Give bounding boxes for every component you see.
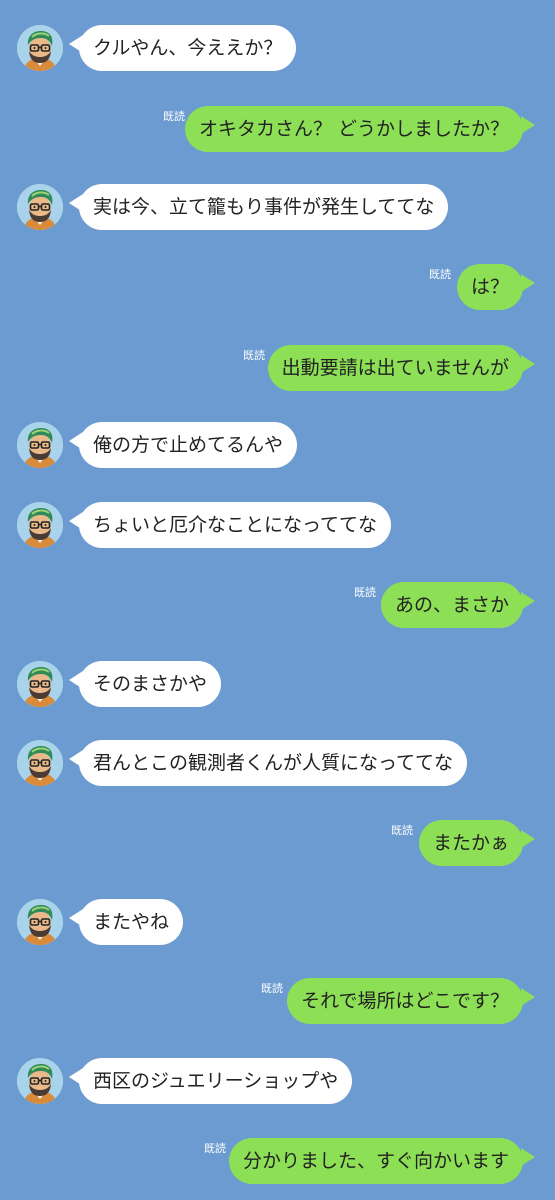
message-bubble[interactable]: は？ bbox=[456, 264, 523, 310]
chat-thread: クルやん、今ええか？ 既読 オキタカさん？ どうかしましたか？ 実は今、立て籠も… bbox=[0, 0, 555, 1200]
message-incoming: 実は今、立て籠もり事件が発生しててな bbox=[0, 184, 555, 230]
message-incoming: ちょいと厄介なことになっててな bbox=[0, 502, 555, 548]
message-bubble[interactable]: 君んとこの観測者くんが人質になっててな bbox=[79, 740, 468, 786]
message-bubble[interactable]: ちょいと厄介なことになっててな bbox=[79, 502, 392, 548]
bubble-tail bbox=[521, 830, 535, 848]
message-bubble[interactable]: 俺の方で止めてるんや bbox=[79, 422, 298, 468]
read-receipt: 既読 bbox=[261, 982, 283, 995]
bubble-tail bbox=[521, 592, 535, 610]
message-bubble[interactable]: あの、まさか bbox=[380, 582, 523, 628]
avatar-icon[interactable] bbox=[17, 502, 63, 548]
message-outgoing: 既読 またかぁ bbox=[0, 820, 555, 866]
bubble-tail bbox=[521, 988, 535, 1006]
read-receipt: 既読 bbox=[163, 110, 185, 123]
message-bubble[interactable]: そのまさかや bbox=[79, 661, 222, 707]
message-incoming: 西区のジュエリーショップや bbox=[0, 1058, 555, 1104]
message-incoming: クルやん、今ええか？ bbox=[0, 25, 555, 71]
avatar-icon[interactable] bbox=[17, 661, 63, 707]
message-outgoing: 既読 分かりました、すぐ向かいます bbox=[0, 1138, 555, 1184]
avatar-icon[interactable] bbox=[17, 1058, 63, 1104]
message-bubble[interactable]: 分かりました、すぐ向かいます bbox=[228, 1138, 523, 1184]
bubble-tail bbox=[521, 116, 535, 134]
read-receipt: 既読 bbox=[391, 824, 413, 837]
read-receipt: 既読 bbox=[204, 1142, 226, 1155]
message-bubble[interactable]: またやね bbox=[79, 899, 184, 945]
read-receipt: 既読 bbox=[354, 586, 376, 599]
read-receipt: 既読 bbox=[429, 268, 451, 281]
bubble-tail bbox=[521, 355, 535, 373]
avatar-icon[interactable] bbox=[17, 422, 63, 468]
message-bubble[interactable]: 西区のジュエリーショップや bbox=[79, 1058, 353, 1104]
read-receipt: 既読 bbox=[243, 349, 265, 362]
bubble-tail bbox=[521, 274, 535, 292]
message-outgoing: 既読 は？ bbox=[0, 264, 555, 310]
message-bubble[interactable]: またかぁ bbox=[418, 820, 523, 866]
bubble-tail bbox=[521, 1148, 535, 1166]
avatar-icon[interactable] bbox=[17, 25, 63, 71]
message-bubble[interactable]: それで場所はどこです？ bbox=[287, 978, 523, 1024]
message-incoming: そのまさかや bbox=[0, 661, 555, 707]
message-outgoing: 既読 あの、まさか bbox=[0, 582, 555, 628]
message-outgoing: 既読 オキタカさん？ どうかしましたか？ bbox=[0, 106, 555, 152]
message-outgoing: 既読 出動要請は出ていませんが bbox=[0, 345, 555, 391]
message-bubble[interactable]: 実は今、立て籠もり事件が発生しててな bbox=[79, 184, 449, 230]
message-bubble[interactable]: クルやん、今ええか？ bbox=[79, 25, 297, 71]
message-bubble[interactable]: オキタカさん？ どうかしましたか？ bbox=[184, 106, 523, 152]
avatar-icon[interactable] bbox=[17, 899, 63, 945]
message-outgoing: 既読 それで場所はどこです？ bbox=[0, 978, 555, 1024]
message-incoming: 君んとこの観測者くんが人質になっててな bbox=[0, 740, 555, 786]
message-bubble[interactable]: 出動要請は出ていませんが bbox=[267, 345, 523, 391]
avatar-icon[interactable] bbox=[17, 184, 63, 230]
message-incoming: またやね bbox=[0, 899, 555, 945]
message-incoming: 俺の方で止めてるんや bbox=[0, 422, 555, 468]
avatar-icon[interactable] bbox=[17, 740, 63, 786]
